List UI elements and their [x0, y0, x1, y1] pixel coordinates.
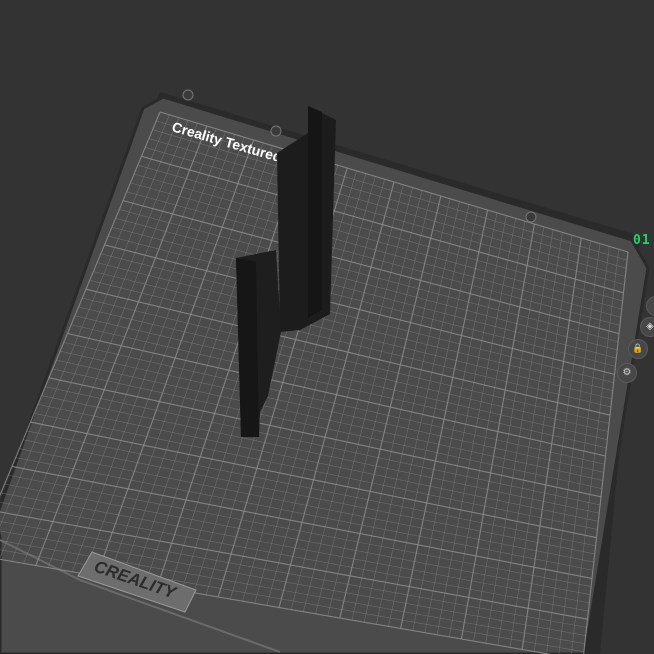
bed-clip-icon	[182, 89, 194, 101]
lock-icon[interactable]: 🔒	[628, 339, 648, 359]
settings-gear-icon[interactable]: ⚙	[617, 363, 637, 383]
layer-tool-icon[interactable]: ◈	[640, 317, 654, 337]
3d-viewport[interactable]: Creality Textured Plate CREALITY	[0, 0, 654, 654]
model-back-panel-edge	[308, 106, 322, 318]
coordinate-readout: 01	[633, 233, 651, 248]
bed-clip-icon	[270, 125, 282, 137]
bed-clip-icon	[525, 211, 537, 223]
